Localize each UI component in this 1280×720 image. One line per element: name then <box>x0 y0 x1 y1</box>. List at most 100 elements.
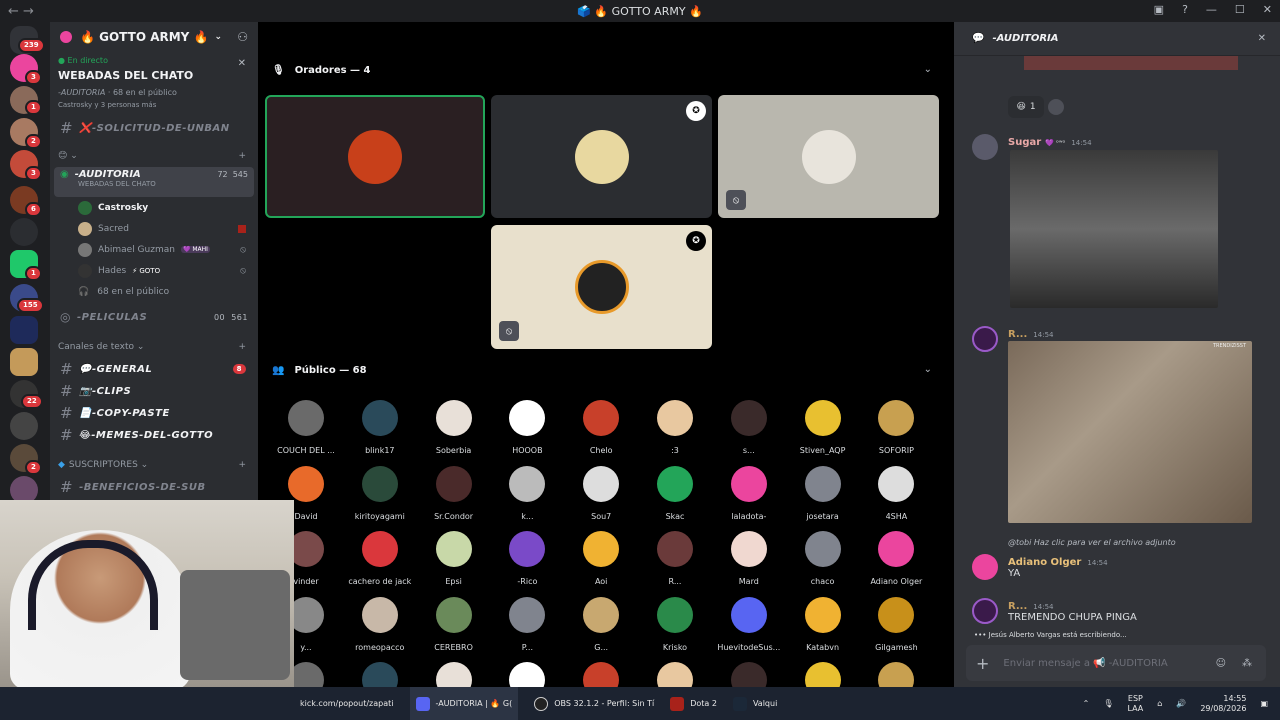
taskbar-item[interactable]: Valqui <box>732 696 777 711</box>
help-icon[interactable]: ? <box>1182 3 1188 16</box>
channel-copy-paste[interactable]: # 📄-COPY-PASTE <box>50 402 258 424</box>
audience-member[interactable]: Sou7 <box>564 465 638 521</box>
taskbar-item[interactable]: kick.com/popout/zapati <box>300 699 394 708</box>
channel-memes[interactable]: # 😂-MEMES-DEL-GOTTO <box>50 424 258 446</box>
audience-member[interactable]: -Rico <box>490 531 564 586</box>
audience-member[interactable]: cachero de jack <box>343 531 417 586</box>
language-indicator[interactable]: ESP LAA <box>1127 694 1143 714</box>
close-window-button[interactable]: ✕ <box>1263 3 1272 16</box>
audience-member[interactable]: SOFORIP <box>859 400 933 455</box>
category-subs[interactable]: ◆ SUSCRIPTORES ⌄ + <box>50 454 258 476</box>
audience-name: Sou7 <box>591 511 612 521</box>
volume-icon[interactable]: 🔊 <box>1176 699 1186 708</box>
audience-member[interactable]: P... <box>490 596 564 652</box>
notification-icon[interactable]: ▣ <box>1260 699 1268 708</box>
taskbar-item[interactable]: -AUDITORIA | 🔥 G( <box>409 687 519 720</box>
speaker-tile[interactable]: ⦸ <box>718 95 939 218</box>
channel-general[interactable]: # 💬-GENERAL 8 <box>50 358 258 380</box>
audience-member[interactable]: Aoi <box>564 531 638 586</box>
clock[interactable]: 14:55 29/08/2026 <box>1200 694 1246 714</box>
inbox-icon[interactable]: ▣ <box>1154 3 1164 16</box>
minimize-button[interactable]: — <box>1206 3 1217 16</box>
close-icon[interactable]: ✕ <box>1258 33 1266 44</box>
audience-member[interactable]: Gilgamesh <box>859 596 933 652</box>
esports-server-icon[interactable] <box>10 316 38 344</box>
audience-member[interactable]: josetara <box>786 465 860 521</box>
chevron-up-icon[interactable]: ⌃ <box>1083 699 1090 708</box>
audience-member[interactable]: chaco <box>786 531 860 586</box>
chevron-down-icon[interactable]: ⌄ <box>924 364 932 375</box>
add-channel-icon[interactable]: + <box>238 460 246 470</box>
taskbar-item[interactable]: Dota 2 <box>670 696 717 711</box>
audience-member[interactable]: Skac <box>638 465 712 521</box>
webcam-gif[interactable] <box>1010 150 1218 308</box>
maximize-button[interactable]: ☐ <box>1235 3 1245 16</box>
audience-member[interactable]: :3 <box>638 400 712 455</box>
audience-member[interactable]: Mard <box>712 531 786 586</box>
audience-member[interactable]: romeopacco <box>343 596 417 652</box>
reaction-gif[interactable]: TRENDIZISST <box>1008 341 1252 523</box>
audience-member[interactable]: laladota- <box>712 465 786 521</box>
audience-member[interactable]: COUCH DEL ... <box>269 400 343 455</box>
close-icon[interactable]: ✕ <box>238 58 246 69</box>
audience-member[interactable]: Krisko <box>638 596 712 652</box>
audience-member[interactable]: Epsi <box>417 531 491 586</box>
audience-member[interactable]: HuevitodeSus... <box>712 596 786 652</box>
message-input[interactable]: + Enviar mensaje a 📢 -AUDITORIA ☺ ⁂ <box>966 645 1266 681</box>
plus-icon[interactable]: + <box>976 654 989 673</box>
live-stage-card[interactable]: ● En directo ✕ WEBADAS DEL CHATO -AUDITO… <box>50 52 258 111</box>
public-row[interactable]: 🎧 68 en el público <box>50 281 258 302</box>
channel-clips[interactable]: # 📷-CLIPS <box>50 380 258 402</box>
audience-member[interactable]: 4SHA <box>859 465 933 521</box>
chevron-down-icon[interactable]: ⌄ <box>924 64 932 75</box>
mic-icon[interactable]: 🎙 <box>1103 699 1113 708</box>
audience-member[interactable]: Sr.Condor <box>417 465 491 521</box>
taskbar-item[interactable]: OBS 32.1.2 - Perfil: Sin Tí <box>534 696 654 711</box>
server-icon[interactable] <box>10 348 38 376</box>
reply-reference[interactable]: @tobi Haz clic para ver el archivo adjun… <box>1008 538 1176 547</box>
category-text-channels[interactable]: Canales de texto ⌄ + <box>50 336 258 358</box>
server-icon[interactable] <box>10 218 38 246</box>
audience-member[interactable]: kiritoyagami <box>343 465 417 521</box>
public-header[interactable]: 👥 Público — 68 <box>272 360 367 380</box>
channel-peliculas[interactable]: ◎ -PELICULAS 00 561 <box>50 306 258 328</box>
reaction-chip[interactable]: 😆 1 <box>1008 96 1044 118</box>
add-member-icon[interactable]: ⚇ <box>237 30 248 44</box>
speaker-tile[interactable]: ✪ <box>491 95 712 218</box>
audience-member[interactable]: s... <box>712 400 786 455</box>
channel-auditoria[interactable]: ◉ -AUDITORIA 72 545 WEBADAS DEL CHATO <box>54 167 254 197</box>
channel-benefits[interactable]: # -BENEFICIOS-DE-SUB <box>50 476 258 498</box>
add-channel-icon[interactable]: + <box>238 151 246 161</box>
network-icon[interactable]: ⌂ <box>1157 699 1162 708</box>
server-header[interactable]: 🔥 GOTTO ARMY 🔥 ⌄ ⚇ <box>50 22 258 52</box>
channel-unban[interactable]: # ❌-SOLICITUD-DE-UNBAN <box>50 117 258 139</box>
emoji-icon[interactable]: ☺ <box>1216 658 1226 669</box>
nav-arrows[interactable]: ← → <box>8 4 48 19</box>
member-row[interactable]: Sacred <box>50 218 258 239</box>
add-reaction-icon[interactable] <box>1048 99 1064 115</box>
audience-member[interactable]: blink17 <box>343 400 417 455</box>
member-row[interactable]: Castrosky <box>50 197 258 218</box>
category-emoji[interactable]: 😊 ⌄ + <box>50 145 258 167</box>
audience-member[interactable]: R... <box>638 531 712 586</box>
member-row[interactable]: Hades ⚡ GOTO ⦸ <box>50 260 258 281</box>
audience-member[interactable]: Katabvn <box>786 596 860 652</box>
server-icon[interactable] <box>10 412 38 440</box>
apps-icon[interactable]: ⁂ <box>1242 658 1252 669</box>
moderator-icon: ✪ <box>686 231 706 251</box>
speaker-tile[interactable] <box>265 95 485 218</box>
member-row[interactable]: Abimael Guzman 💜 MAHI ⦸ <box>50 239 258 260</box>
moderator-icon: ✪ <box>686 101 706 121</box>
audience-member[interactable]: Adiano Olger <box>859 531 933 586</box>
add-channel-icon[interactable]: + <box>238 342 246 352</box>
audience-member[interactable]: CEREBRO <box>417 596 491 652</box>
audience-member[interactable]: HOOOB <box>490 400 564 455</box>
audience-member[interactable]: Stiven_AQP <box>786 400 860 455</box>
speakers-header[interactable]: 🎙 Oradores — 4 <box>272 60 371 80</box>
audience-member[interactable]: G... <box>564 596 638 652</box>
image-attachment[interactable] <box>1024 56 1238 70</box>
audience-member[interactable]: k... <box>490 465 564 521</box>
speaker-tile[interactable]: ✪ ⦸ <box>491 225 712 349</box>
audience-member[interactable]: Chelo <box>564 400 638 455</box>
audience-member[interactable]: Soberbia <box>417 400 491 455</box>
